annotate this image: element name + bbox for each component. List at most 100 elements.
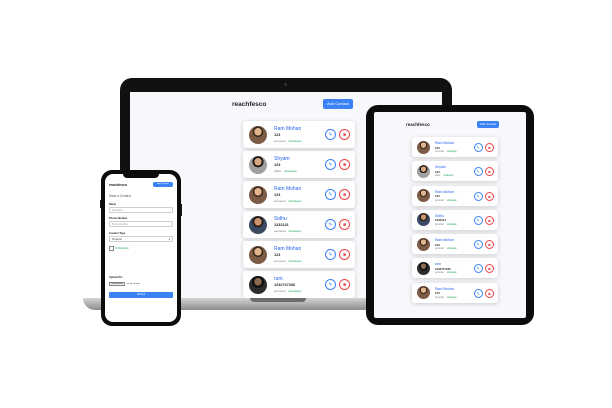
contact-card[interactable]: Sidhu 1232131 personal whatsapp ✎ ■ <box>412 209 498 230</box>
upload-filename: no file chosen <box>126 283 141 285</box>
contact-card[interactable]: Ram Mohan 123 personal whatsapp ✎ ■ <box>243 121 355 148</box>
contact-type-select[interactable]: Personal ▾ <box>109 236 173 242</box>
contact-phone: 1232131 <box>435 218 446 223</box>
whatsapp-badge: whatsapp <box>446 296 457 299</box>
contact-phone: 1232747336 <box>274 283 296 287</box>
trash-icon[interactable]: ■ <box>485 143 494 152</box>
pencil-icon[interactable]: ✎ <box>473 264 483 274</box>
trash-icon[interactable]: ■ <box>485 288 494 298</box>
power-button <box>181 204 182 216</box>
contact-name[interactable]: Ram Mohan <box>435 238 457 242</box>
trash-icon[interactable]: ■ <box>485 264 494 274</box>
pencil-icon[interactable]: ✎ <box>325 189 336 200</box>
choose-file-button[interactable]: Choose File <box>109 282 125 286</box>
pencil-icon[interactable]: ✎ <box>325 129 336 140</box>
submit-button[interactable]: Submit <box>109 292 173 298</box>
contact-tags: personal whatsapp <box>435 200 457 202</box>
card-actions: ✎ ■ <box>473 215 494 225</box>
brand-logo: reachfesco <box>232 101 267 108</box>
photo-label: Upload Pic <box>109 276 123 279</box>
trash-icon[interactable]: ■ <box>339 159 350 170</box>
contact-card[interactable]: Ram Mohan 123 personal whatsapp ✎ ■ <box>243 241 355 268</box>
whatsapp-badge: whatsapp <box>446 272 457 275</box>
contact-card[interactable]: Shyam 123 office whatsapp ✎ ■ <box>243 151 355 178</box>
contact-name[interactable]: Ram Mohan <box>274 186 301 192</box>
pencil-icon[interactable]: ✎ <box>473 288 483 298</box>
pencil-icon[interactable]: ✎ <box>325 159 336 170</box>
contact-tags: personal whatsapp <box>435 248 457 250</box>
contact-phone: 123 <box>435 145 440 150</box>
add-contact-button[interactable]: Add Contact <box>477 121 499 128</box>
contact-phone: 123 <box>274 193 281 197</box>
contact-card[interactable]: Shyam 123 office whatsapp ✎ ■ <box>412 161 498 182</box>
contact-name[interactable]: Ram Mohan <box>435 287 457 291</box>
add-contact-button[interactable]: Add Contact <box>323 99 353 109</box>
phone-field[interactable]: Phone Number <box>109 221 173 227</box>
contact-info: Shyam 123 office whatsapp <box>274 156 297 173</box>
contact-name[interactable]: Sidhu <box>435 214 457 218</box>
contact-card[interactable]: Ram Mohan 123 personal whatsapp ✎ ■ <box>243 181 355 208</box>
trash-icon[interactable]: ■ <box>485 191 494 201</box>
whatsapp-badge: whatsapp <box>446 248 457 251</box>
contact-name[interactable]: Sidhu <box>274 216 301 222</box>
add-contact-button[interactable]: Add Contact <box>153 182 173 187</box>
contact-info: Ram Mohan 123 personal whatsapp <box>435 238 457 250</box>
phone-notch <box>123 174 159 178</box>
phone-label: Phone Number <box>109 217 128 220</box>
contact-name[interactable]: Shyam <box>435 165 453 169</box>
trash-icon[interactable]: ■ <box>339 219 350 230</box>
whatsapp-checkbox[interactable] <box>109 246 114 251</box>
contact-phone: 123 <box>435 242 440 247</box>
trash-icon[interactable]: ■ <box>485 215 494 225</box>
card-actions: ✎ ■ <box>473 264 494 274</box>
contact-card[interactable]: Ram Mohan 123 personal whatsapp ✎ ■ <box>412 282 498 303</box>
contact-type-badge: personal <box>274 139 286 143</box>
contact-name[interactable]: ram <box>435 262 457 266</box>
pencil-icon[interactable]: ✎ <box>325 219 336 230</box>
contact-name[interactable]: Ram Mohan <box>274 126 301 132</box>
contact-card[interactable]: Ram Mohan 123 personal whatsapp ✎ ■ <box>412 137 498 157</box>
trash-icon[interactable]: ■ <box>339 129 350 140</box>
contact-name[interactable]: Ram Mohan <box>435 190 457 194</box>
trash-icon[interactable]: ■ <box>339 249 350 260</box>
contact-list: Ram Mohan 123 personal whatsapp ✎ ■ Shyam 123 of… <box>412 137 498 307</box>
pencil-icon[interactable]: ✎ <box>473 167 483 177</box>
brand-logo: reachfesco <box>109 183 127 187</box>
phone-device: reachfesco Add Contact Save a Contact Na… <box>100 170 182 326</box>
avatar <box>249 125 267 144</box>
contact-tags: personal whatsapp <box>435 151 457 153</box>
avatar <box>417 140 430 154</box>
pencil-icon[interactable]: ✎ <box>473 215 483 225</box>
camera-icon <box>284 83 287 86</box>
trash-icon[interactable]: ■ <box>485 240 494 250</box>
trash-icon[interactable]: ■ <box>485 167 494 177</box>
contact-info: ram 1232747336 personal whatsapp <box>435 262 457 274</box>
contact-card[interactable]: ram 1232747336 personal whatsapp ✎ ■ <box>412 258 498 279</box>
contact-name[interactable]: Ram Mohan <box>435 141 457 145</box>
pencil-icon[interactable]: ✎ <box>473 191 483 201</box>
card-actions: ✎ ■ <box>473 143 494 152</box>
contact-card[interactable]: ram 1232747336 personal whatsapp ✎ ■ <box>243 271 355 298</box>
trash-icon[interactable]: ■ <box>339 189 350 200</box>
contact-tags: personal whatsapp <box>435 272 457 274</box>
avatar <box>417 213 430 227</box>
pencil-icon[interactable]: ✎ <box>325 279 336 290</box>
contact-card[interactable]: Sidhu 1232131 personal whatsapp ✎ ■ <box>243 211 355 238</box>
contact-phone: 123 <box>435 169 440 174</box>
contact-tags: office whatsapp <box>274 169 297 173</box>
contact-name[interactable]: Shyam <box>274 156 297 162</box>
phone-screen: reachfesco Add Contact Save a Contact Na… <box>105 174 177 322</box>
pencil-icon[interactable]: ✎ <box>325 249 336 260</box>
contact-name[interactable]: Ram Mohan <box>274 246 301 252</box>
whatsapp-badge: whatsapp <box>446 223 457 226</box>
name-field[interactable]: Full Name <box>109 207 173 213</box>
contact-card[interactable]: Ram Mohan 123 personal whatsapp ✎ ■ <box>412 234 498 255</box>
contact-card[interactable]: Ram Mohan 123 personal whatsapp ✎ ■ <box>412 185 498 206</box>
pencil-icon[interactable]: ✎ <box>473 143 483 152</box>
whatsapp-badge: whatsapp <box>446 199 457 202</box>
contact-name[interactable]: ram <box>274 276 301 282</box>
contact-type-badge: personal <box>435 199 444 202</box>
trash-icon[interactable]: ■ <box>339 279 350 290</box>
contact-info: Sidhu 1232131 personal whatsapp <box>274 216 301 233</box>
pencil-icon[interactable]: ✎ <box>473 240 483 250</box>
